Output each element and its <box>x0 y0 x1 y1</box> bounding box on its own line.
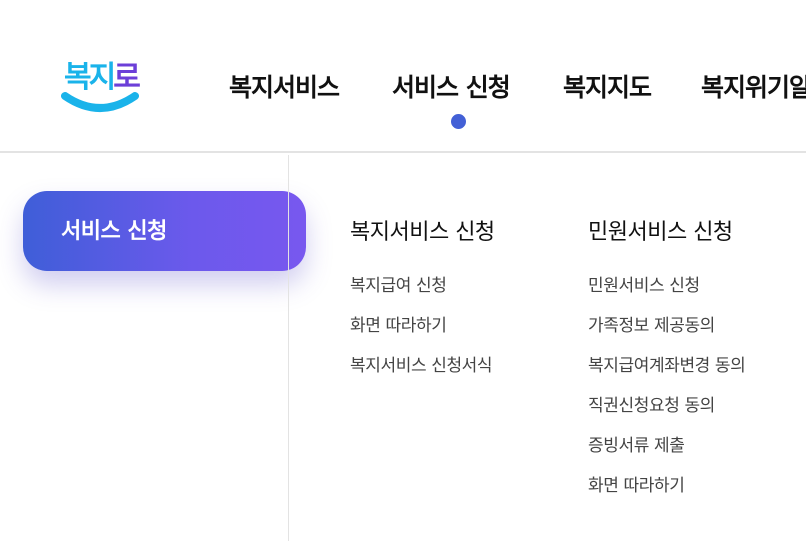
submenu-link[interactable]: 가족정보 제공동의 <box>588 316 715 336</box>
menu-column-title[interactable]: 복지서비스 신청 <box>350 218 495 248</box>
nav-item-welfare-map[interactable]: 복지지도 <box>563 68 652 104</box>
submenu-link[interactable]: 민원서비스 신청 <box>588 276 700 296</box>
submenu-item[interactable]: 복지급여 신청 <box>350 274 495 314</box>
side-menu-active-item[interactable]: 서비스 신청 <box>23 191 306 271</box>
submenu-link[interactable]: 복지급여 신청 <box>350 276 447 296</box>
page: 복지로 복지서비스 서비스 신청 복지지도 복지위기알림 서비스 신청 복지서비… <box>0 0 806 541</box>
submenu-link[interactable]: 복지급여계좌변경 동의 <box>588 356 746 376</box>
submenu-list: 민원서비스 신청 가족정보 제공동의 복지급여계좌변경 동의 직권신청요청 동의… <box>588 274 746 514</box>
menu-column-civil-application: 민원서비스 신청 민원서비스 신청 가족정보 제공동의 복지급여계좌변경 동의 … <box>588 218 746 514</box>
menu-column-welfare-application: 복지서비스 신청 복지급여 신청 화면 따라하기 복지서비스 신청서식 <box>350 218 495 394</box>
active-indicator-dot <box>451 114 466 129</box>
submenu-list: 복지급여 신청 화면 따라하기 복지서비스 신청서식 <box>350 274 495 394</box>
submenu-link[interactable]: 복지서비스 신청서식 <box>350 356 493 376</box>
submenu-item[interactable]: 민원서비스 신청 <box>588 274 745 314</box>
logo-link[interactable]: 복지로 <box>56 48 142 122</box>
nav-item-welfare-services[interactable]: 복지서비스 <box>229 68 340 104</box>
smile-icon <box>61 92 139 112</box>
submenu-item[interactable]: 복지급여계좌변경 동의 <box>588 354 746 394</box>
submenu-item[interactable]: 증빙서류 제출 <box>588 434 745 474</box>
submenu-item[interactable]: 화면 따라하기 <box>350 314 495 354</box>
submenu-item[interactable]: 복지서비스 신청서식 <box>350 354 495 394</box>
submenu-link[interactable]: 직권신청요청 동의 <box>588 396 715 416</box>
submenu-link[interactable]: 화면 따라하기 <box>350 316 447 336</box>
submenu-item[interactable]: 화면 따라하기 <box>588 474 745 514</box>
submenu-link[interactable]: 화면 따라하기 <box>588 476 685 496</box>
submenu-item[interactable]: 직권신청요청 동의 <box>588 394 745 434</box>
submenu-item[interactable]: 가족정보 제공동의 <box>588 314 745 354</box>
nav-item-welfare-crisis-alert[interactable]: 복지위기알림 <box>701 68 806 104</box>
nav-item-service-application[interactable]: 서비스 신청 <box>392 68 511 104</box>
submenu-link[interactable]: 증빙서류 제출 <box>588 436 685 456</box>
menu-column-title[interactable]: 민원서비스 신청 <box>588 218 745 248</box>
menu-divider <box>288 155 289 541</box>
site-header: 복지로 복지서비스 서비스 신청 복지지도 복지위기알림 <box>0 0 806 153</box>
